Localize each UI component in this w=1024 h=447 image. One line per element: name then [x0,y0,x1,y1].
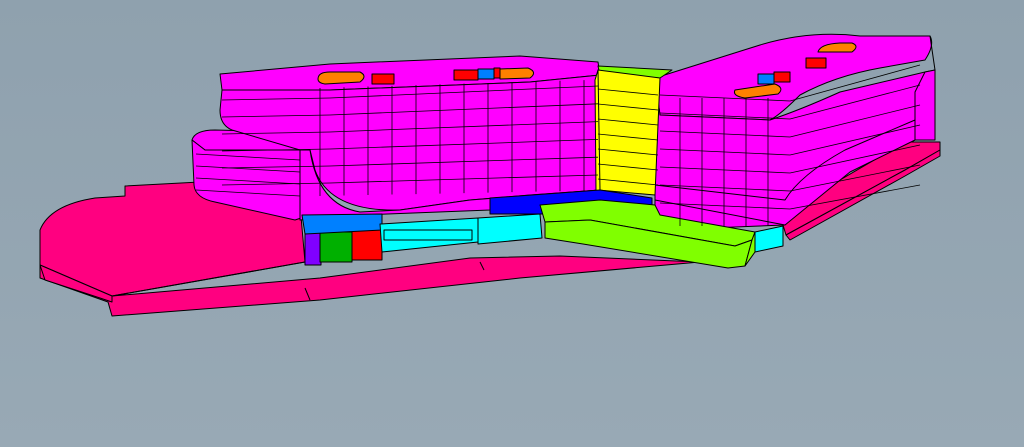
roof-plant-blue-2 [477,68,495,80]
roof-service-red-4 [453,69,479,81]
building-model-drawing[interactable] [0,0,1024,447]
zone-retail-window [383,229,473,241]
roof-accent-pill-mid [499,67,534,80]
3d-model-viewport[interactable] [0,0,1024,447]
roof-service-red-5 [493,67,501,79]
roof-plant-blue [757,73,775,85]
roof-service-red [773,71,791,83]
zone-plant-strip [301,213,383,235]
roof-accent-pill-left [317,71,365,85]
roof-service-red-3 [371,73,395,85]
roof-service-red-2 [805,57,827,69]
zone-utility [304,232,322,266]
zone-storage [319,231,353,263]
zone-service [351,229,383,261]
core-shaft [597,69,661,196]
